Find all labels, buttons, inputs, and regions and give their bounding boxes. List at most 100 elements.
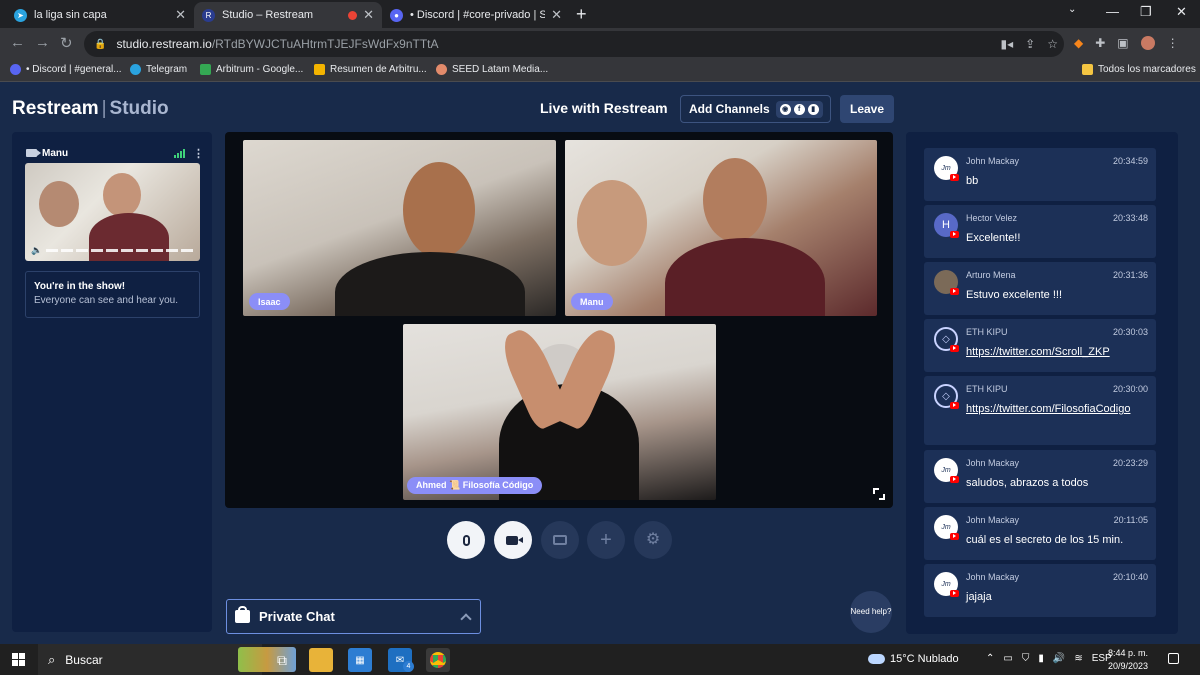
sidepanel-icon[interactable]: ▣ [1117, 36, 1128, 50]
all-bookmarks[interactable]: Todos los marcadores [1082, 64, 1196, 75]
add-channels-button[interactable]: Add Channels ◉ f ▮ [680, 95, 831, 123]
search-icon: ⌕ [48, 651, 56, 667]
bookmark-resumen[interactable]: Resumen de Arbitru... [314, 64, 427, 75]
bookmarks-bar: • Discord | #general... Telegram Arbitru… [0, 60, 1200, 82]
network-icon[interactable]: ▮ [1038, 653, 1044, 664]
close-tab-icon[interactable]: ✕ [551, 7, 562, 23]
browser-tab-strip: ➤ la liga sin capa ✕ R Studio – Restream… [0, 0, 1200, 28]
need-help-button[interactable]: Need help? [850, 591, 892, 633]
bookmark-label: Todos los marcadores [1098, 64, 1196, 75]
chat-panel: Jm John Mackay 20:34:59 bb H Hector Vele… [906, 132, 1178, 634]
bookmark-star-icon[interactable]: ☆ [1047, 37, 1058, 51]
camera-permission-icon[interactable]: ▮◂ [1001, 37, 1014, 51]
mail-icon[interactable]: ✉ 4 [388, 648, 414, 672]
add-button[interactable]: + [587, 521, 625, 559]
minimize-icon[interactable]: — [1106, 4, 1119, 19]
person-shape [335, 252, 525, 316]
bookmark-telegram[interactable]: Telegram [130, 64, 187, 75]
bookmark-discord[interactable]: • Discord | #general... [10, 64, 122, 75]
notification-icon[interactable] [1168, 653, 1179, 664]
settings-button[interactable]: ⚙ [634, 521, 672, 559]
bookmark-label: Telegram [146, 64, 188, 75]
browser-tab-discord[interactable]: ● • Discord | #core-privado | SEED L ✕ [382, 2, 570, 28]
chat-link[interactable]: https://twitter.com/Scroll_ZKP [966, 344, 1151, 360]
participant-tile-manu[interactable]: Manu [565, 140, 877, 316]
volume-icon[interactable]: 🔊 [1053, 653, 1065, 664]
chat-text: Estuvo excelente !!! [966, 289, 1062, 301]
participant-name-label: Ahmed 📜 Filosofía Código [407, 477, 543, 494]
back-icon[interactable]: ← [10, 34, 25, 51]
chat-time: 20:30:00 [1112, 384, 1148, 394]
file-explorer-icon[interactable] [309, 648, 333, 672]
browser-tab-restream[interactable]: R Studio – Restream ✕ [194, 2, 382, 28]
bookmark-seed[interactable]: SEED Latam Media... [436, 64, 548, 75]
participant-tile-isaac[interactable]: Isaac [243, 140, 556, 316]
bookmark-label: Resumen de Arbitru... [330, 64, 427, 75]
close-tab-icon[interactable]: ✕ [363, 7, 374, 23]
person-shape [703, 158, 767, 242]
bookmark-arbitrum[interactable]: Arbitrum - Google... [200, 64, 303, 75]
windows-start-icon[interactable] [12, 653, 25, 666]
self-view-header: Manu ⋮ [26, 146, 204, 160]
forward-icon[interactable]: → [35, 34, 50, 51]
chat-time: 20:31:36 [1112, 270, 1148, 280]
maximize-icon[interactable]: ❐ [1140, 4, 1152, 20]
chevron-up-icon[interactable]: ⌃ [986, 653, 994, 664]
url-path: /RTdBYWJCTuAHtrmTJEJFsWdFx9nTTtA [211, 37, 439, 51]
url-input[interactable]: 🔒 studio.restream.io/RTdBYWJCTuAHtrmTJEJ… [84, 31, 1064, 57]
clock-date: 20/9/2023 [1108, 661, 1149, 671]
leave-button[interactable]: Leave [840, 95, 894, 123]
close-window-icon[interactable]: ✕ [1176, 4, 1187, 20]
chat-link[interactable]: https://twitter.com/FilosofiaCodigo [966, 401, 1151, 417]
microsoft-store-icon[interactable]: ▦ [348, 648, 372, 672]
camera-icon [505, 535, 523, 545]
more-options-icon[interactable]: ⋮ [193, 147, 204, 160]
profile-avatar[interactable] [1140, 36, 1155, 50]
fullscreen-icon[interactable] [873, 488, 885, 500]
chrome-icon[interactable] [426, 648, 450, 672]
youtube-icon [950, 533, 959, 540]
extensions-icon[interactable]: ✚ [1095, 36, 1105, 50]
browser-tab-telegram[interactable]: ➤ la liga sin capa ✕ [6, 2, 194, 28]
task-view-icon[interactable]: ⧉ [270, 648, 294, 672]
chat-author: John Mackay [966, 572, 1020, 582]
channel-icons: ◉ f ▮ [775, 100, 823, 118]
chat-message: Jm John Mackay 20:10:40 jajaja [924, 564, 1156, 617]
new-tab-icon[interactable]: + [576, 4, 587, 25]
battery-icon[interactable]: ▭ [1003, 653, 1012, 664]
wifi-icon[interactable]: ≋ [1074, 653, 1082, 664]
participant-tile-ahmed[interactable]: Ahmed 📜 Filosofía Código [403, 324, 716, 500]
reload-icon[interactable]: ↻ [60, 34, 73, 52]
person-shape [103, 173, 141, 217]
weather-widget[interactable]: 15°C Nublado [868, 653, 959, 665]
chat-message: ◇ ETH KIPU 20:30:03 https://twitter.com/… [924, 319, 1156, 372]
share-screen-button[interactable] [541, 521, 579, 559]
chat-time: 20:11:05 [1113, 515, 1148, 525]
taskbar-clock[interactable]: 8:44 p. m. 20/9/2023 [1108, 647, 1148, 673]
brand-main: Restream [12, 98, 99, 119]
person-shape [665, 238, 825, 316]
chat-text: cuál es el secreto de los 15 min. [966, 534, 1124, 546]
chat-author: ETH KIPU [966, 384, 1008, 394]
chat-message: Arturo Mena 20:31:36 Estuvo excelente !!… [924, 262, 1156, 315]
clock-time: 8:44 p. m. [1108, 648, 1149, 658]
share-icon[interactable]: ⇪ [1025, 37, 1035, 51]
tab-search-icon[interactable]: ⌄ [1068, 4, 1076, 15]
self-video-preview[interactable]: 🔈 [25, 163, 200, 261]
youtube-icon [950, 345, 959, 352]
private-chat-toggle[interactable]: Private Chat [226, 599, 481, 634]
taskbar-search-input[interactable]: ⌕ Buscar [38, 644, 296, 675]
brand-separator: | [101, 98, 107, 119]
microphone-button[interactable] [447, 521, 485, 559]
camera-button[interactable] [494, 521, 532, 559]
participant-name-label: Isaac [249, 293, 290, 310]
shield-icon[interactable]: ⛉ [1022, 653, 1030, 664]
chevron-up-icon [460, 612, 472, 625]
stream-title[interactable]: Live with Restream [540, 100, 668, 116]
audio-meter [46, 248, 194, 252]
mail-badge: 4 [403, 661, 414, 672]
gear-icon: ⚙ [645, 531, 661, 548]
browser-menu-icon[interactable]: ⋮ [1167, 36, 1179, 50]
metamask-icon[interactable]: ◆ [1074, 36, 1083, 50]
close-tab-icon[interactable]: ✕ [175, 7, 186, 23]
